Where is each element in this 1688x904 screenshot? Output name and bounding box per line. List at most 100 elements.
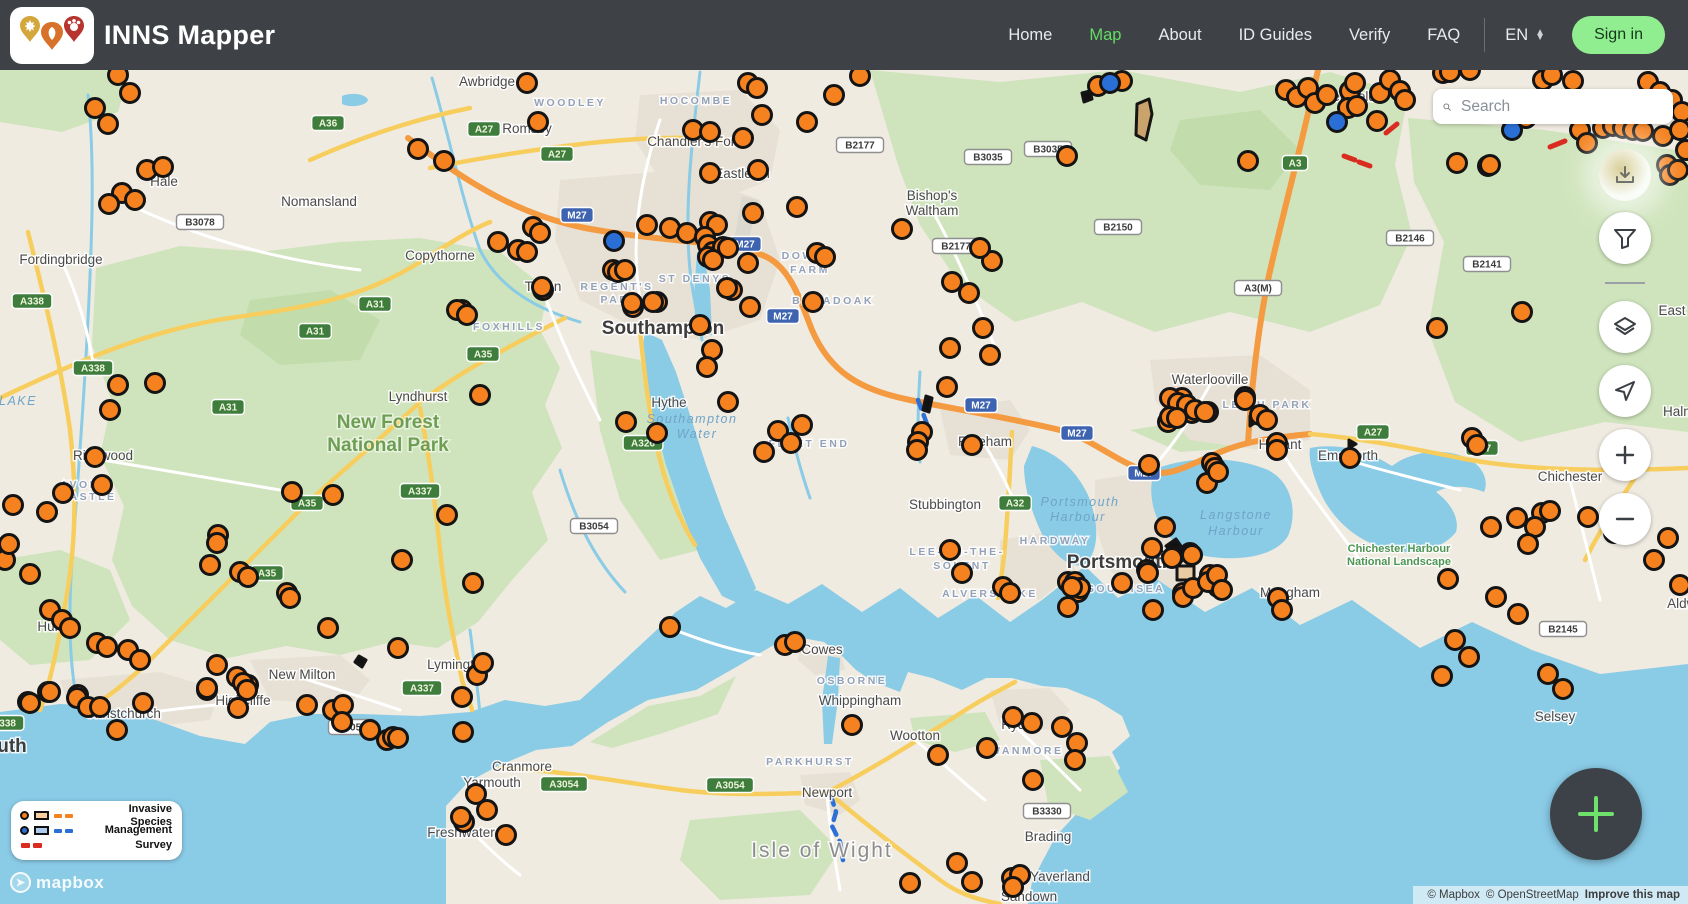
invasive-species-marker[interactable] bbox=[974, 319, 993, 338]
invasive-species-marker[interactable] bbox=[1677, 141, 1688, 160]
invasive-species-marker[interactable] bbox=[101, 401, 120, 420]
invasive-species-marker[interactable] bbox=[648, 424, 667, 443]
layers-button[interactable] bbox=[1599, 301, 1651, 353]
invasive-species-marker[interactable] bbox=[497, 826, 516, 845]
mapbox-logo[interactable]: ➤ mapbox bbox=[10, 872, 104, 893]
nav-id-guides[interactable]: ID Guides bbox=[1239, 26, 1312, 45]
invasive-species-marker[interactable] bbox=[489, 233, 508, 252]
invasive-species-marker[interactable] bbox=[4, 496, 23, 515]
download-button[interactable] bbox=[1599, 149, 1651, 201]
add-record-button[interactable] bbox=[1550, 768, 1642, 860]
management-polygon[interactable] bbox=[923, 396, 932, 412]
invasive-species-marker[interactable] bbox=[1140, 456, 1159, 475]
invasive-species-marker[interactable] bbox=[298, 696, 317, 715]
invasive-species-marker[interactable] bbox=[1460, 648, 1479, 667]
invasive-species-marker[interactable] bbox=[1396, 91, 1415, 110]
nav-verify[interactable]: Verify bbox=[1349, 26, 1390, 45]
invasive-species-marker[interactable] bbox=[529, 113, 548, 132]
invasive-species-marker[interactable] bbox=[1578, 134, 1597, 153]
invasive-species-marker[interactable] bbox=[1183, 546, 1202, 565]
invasive-species-marker[interactable] bbox=[1461, 70, 1480, 80]
invasive-species-marker[interactable] bbox=[1541, 502, 1560, 521]
invasive-species-marker[interactable] bbox=[1053, 718, 1072, 737]
invasive-species-marker[interactable] bbox=[1143, 539, 1162, 558]
search-box[interactable] bbox=[1433, 89, 1673, 124]
invasive-species-marker[interactable] bbox=[1063, 578, 1082, 597]
invasive-species-marker[interactable] bbox=[851, 70, 870, 86]
invasive-species-marker[interactable] bbox=[1433, 667, 1452, 686]
invasive-species-marker[interactable] bbox=[452, 808, 471, 827]
invasive-species-marker[interactable] bbox=[938, 378, 957, 397]
invasive-species-marker[interactable] bbox=[208, 534, 227, 553]
invasive-species-marker[interactable] bbox=[825, 86, 844, 105]
invasive-species-marker[interactable] bbox=[616, 261, 635, 280]
app-logo[interactable] bbox=[10, 7, 94, 64]
invasive-species-marker[interactable] bbox=[1024, 771, 1043, 790]
invasive-species-marker[interactable] bbox=[704, 251, 723, 270]
invasive-species-marker[interactable] bbox=[929, 746, 948, 765]
invasive-species-marker[interactable] bbox=[718, 279, 737, 298]
invasive-species-marker[interactable] bbox=[1368, 112, 1387, 131]
invasive-species-marker[interactable] bbox=[1482, 518, 1501, 537]
invasive-species-marker[interactable] bbox=[893, 220, 912, 239]
invasive-species-marker[interactable] bbox=[21, 565, 40, 584]
invasive-species-marker[interactable] bbox=[1144, 601, 1163, 620]
invasive-species-marker[interactable] bbox=[1428, 319, 1447, 338]
invasive-species-marker[interactable] bbox=[333, 713, 352, 732]
invasive-species-marker[interactable] bbox=[389, 639, 408, 658]
invasive-species-marker[interactable] bbox=[963, 436, 982, 455]
invasive-species-marker[interactable] bbox=[146, 374, 165, 393]
invasive-species-marker[interactable] bbox=[1439, 570, 1458, 589]
invasive-species-marker[interactable] bbox=[41, 683, 60, 702]
invasive-species-marker[interactable] bbox=[1487, 588, 1506, 607]
invasive-species-marker[interactable] bbox=[734, 129, 753, 148]
map-container[interactable]: SouthamptonPortsmouthuthEastleighRomseyC… bbox=[0, 70, 1688, 904]
invasive-species-marker[interactable] bbox=[843, 716, 862, 735]
zoom-out-button[interactable] bbox=[1599, 493, 1651, 545]
nav-faq[interactable]: FAQ bbox=[1427, 26, 1460, 45]
invasive-species-marker[interactable] bbox=[1671, 121, 1688, 140]
invasive-species-marker[interactable] bbox=[1468, 436, 1487, 455]
invasive-species-marker[interactable] bbox=[1579, 508, 1598, 527]
invasive-species-marker[interactable] bbox=[971, 239, 990, 258]
invasive-species-marker[interactable] bbox=[86, 448, 105, 467]
invasive-species-marker[interactable] bbox=[1196, 403, 1215, 422]
invasive-species-marker[interactable] bbox=[960, 284, 979, 303]
invasive-species-marker[interactable] bbox=[1669, 161, 1688, 180]
invasive-species-marker[interactable] bbox=[816, 248, 835, 267]
invasive-species-marker[interactable] bbox=[739, 254, 758, 273]
invasive-species-marker[interactable] bbox=[1163, 549, 1182, 568]
invasive-species-marker[interactable] bbox=[1509, 605, 1528, 624]
invasive-species-marker[interactable] bbox=[86, 99, 105, 118]
invasive-species-marker[interactable] bbox=[1446, 631, 1465, 650]
invasive-species-marker[interactable] bbox=[941, 541, 960, 560]
invasive-species-marker[interactable] bbox=[1258, 411, 1277, 430]
invasive-species-marker[interactable] bbox=[458, 306, 477, 325]
invasive-species-marker[interactable] bbox=[98, 638, 117, 657]
invasive-species-marker[interactable] bbox=[1139, 564, 1158, 583]
invasive-species-marker[interactable] bbox=[409, 140, 428, 159]
invasive-species-marker[interactable] bbox=[793, 416, 812, 435]
invasive-species-marker[interactable] bbox=[798, 113, 817, 132]
invasive-species-marker[interactable] bbox=[134, 694, 153, 713]
invasive-species-marker[interactable] bbox=[478, 801, 497, 820]
invasive-species-marker[interactable] bbox=[701, 123, 720, 142]
invasive-species-marker[interactable] bbox=[319, 619, 338, 638]
invasive-species-marker[interactable] bbox=[741, 298, 760, 317]
invasive-species-marker[interactable] bbox=[1539, 665, 1558, 684]
invasive-species-marker[interactable] bbox=[644, 293, 663, 312]
invasive-species-marker[interactable] bbox=[453, 688, 472, 707]
nav-about[interactable]: About bbox=[1158, 26, 1201, 45]
invasive-species-marker[interactable] bbox=[749, 161, 768, 180]
invasive-species-marker[interactable] bbox=[283, 483, 302, 502]
invasive-species-marker[interactable] bbox=[201, 556, 220, 575]
invasive-species-marker[interactable] bbox=[1268, 441, 1287, 460]
invasive-species-marker[interactable] bbox=[1273, 601, 1292, 620]
invasive-species-marker[interactable] bbox=[99, 115, 118, 134]
invasive-species-marker[interactable] bbox=[678, 224, 697, 243]
zoom-in-button[interactable] bbox=[1599, 429, 1651, 481]
invasive-species-marker[interactable] bbox=[61, 619, 80, 638]
invasive-species-marker[interactable] bbox=[464, 574, 483, 593]
invasive-species-marker[interactable] bbox=[471, 386, 490, 405]
management-marker[interactable] bbox=[1328, 113, 1347, 132]
